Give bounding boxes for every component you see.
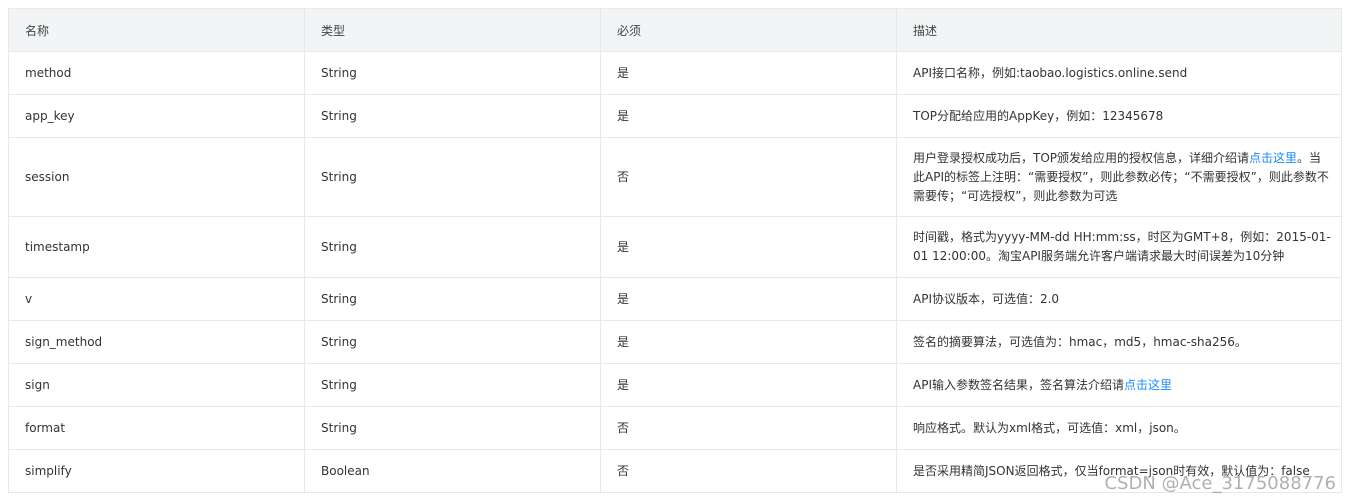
param-type: String: [304, 406, 601, 450]
header-description: 描述: [896, 8, 1342, 52]
param-description: API接口名称，例如:taobao.logistics.online.send: [896, 51, 1342, 95]
param-name: session: [8, 137, 305, 217]
description-text: 响应格式。默认为xml格式，可选值：xml，json。: [913, 420, 1186, 435]
header-type: 类型: [304, 8, 601, 52]
param-type: String: [304, 320, 601, 364]
description-text: 用户登录授权成功后，TOP颁发给应用的授权信息，详细介绍请: [913, 150, 1250, 165]
description-text: 签名的摘要算法，可选值为：hmac，md5，hmac-sha256。: [913, 334, 1247, 349]
param-required: 是: [600, 320, 897, 364]
param-name: timestamp: [8, 216, 305, 278]
click-here-link[interactable]: 点击这里: [1124, 378, 1172, 392]
table-row: format String 否 响应格式。默认为xml格式，可选值：xml，js…: [8, 406, 1342, 450]
param-required: 是: [600, 51, 897, 95]
param-type: Boolean: [304, 449, 601, 493]
header-required: 必须: [600, 8, 897, 52]
description-text: API输入参数签名结果，签名算法介绍请: [913, 377, 1124, 392]
param-name: v: [8, 277, 305, 321]
table-row: v String 是 API协议版本，可选值：2.0: [8, 277, 1342, 321]
param-name: sign: [8, 363, 305, 407]
param-description: 响应格式。默认为xml格式，可选值：xml，json。: [896, 406, 1342, 450]
param-description: 用户登录授权成功后，TOP颁发给应用的授权信息，详细介绍请点击这里。当此API的…: [896, 137, 1342, 217]
param-type: String: [304, 277, 601, 321]
param-type: String: [304, 94, 601, 138]
header-name: 名称: [8, 8, 305, 52]
param-name: format: [8, 406, 305, 450]
table-row: method String 是 API接口名称，例如:taobao.logist…: [8, 51, 1342, 95]
param-required: 是: [600, 363, 897, 407]
table-header-row: 名称 类型 必须 描述: [8, 8, 1342, 52]
description-text: API协议版本，可选值：2.0: [913, 291, 1060, 306]
description-text: 时间戳，格式为yyyy-MM-dd HH:mm:ss，时区为GMT+8，例如：2…: [913, 230, 1331, 263]
description-text: TOP分配给应用的AppKey，例如：12345678: [913, 108, 1164, 123]
table-row: sign String 是 API输入参数签名结果，签名算法介绍请点击这里: [8, 363, 1342, 407]
param-description: API输入参数签名结果，签名算法介绍请点击这里: [896, 363, 1342, 407]
param-name: app_key: [8, 94, 305, 138]
param-name: sign_method: [8, 320, 305, 364]
param-required: 是: [600, 216, 897, 278]
param-required: 否: [600, 406, 897, 450]
table-row: app_key String 是 TOP分配给应用的AppKey，例如：1234…: [8, 94, 1342, 138]
param-name: simplify: [8, 449, 305, 493]
param-type: String: [304, 363, 601, 407]
table-row: timestamp String 是 时间戳，格式为yyyy-MM-dd HH:…: [8, 216, 1342, 278]
param-description: TOP分配给应用的AppKey，例如：12345678: [896, 94, 1342, 138]
table-row: session String 否 用户登录授权成功后，TOP颁发给应用的授权信息…: [8, 137, 1342, 217]
description-text: API接口名称，例如:taobao.logistics.online.send: [913, 65, 1188, 80]
param-type: String: [304, 216, 601, 278]
param-description: 签名的摘要算法，可选值为：hmac，md5，hmac-sha256。: [896, 320, 1342, 364]
param-description: API协议版本，可选值：2.0: [896, 277, 1342, 321]
param-name: method: [8, 51, 305, 95]
param-required: 否: [600, 449, 897, 493]
param-type: String: [304, 51, 601, 95]
param-required: 是: [600, 94, 897, 138]
csdn-watermark: CSDN @Ace_3175088776: [1104, 473, 1336, 494]
param-description: 时间戳，格式为yyyy-MM-dd HH:mm:ss，时区为GMT+8，例如：2…: [896, 216, 1342, 278]
table-row: sign_method String 是 签名的摘要算法，可选值为：hmac，m…: [8, 320, 1342, 364]
param-type: String: [304, 137, 601, 217]
click-here-link[interactable]: 点击这里: [1249, 151, 1297, 165]
param-required: 是: [600, 277, 897, 321]
api-params-table: 名称 类型 必须 描述 method String 是 API接口名称，例如:t…: [8, 8, 1342, 493]
param-required: 否: [600, 137, 897, 217]
